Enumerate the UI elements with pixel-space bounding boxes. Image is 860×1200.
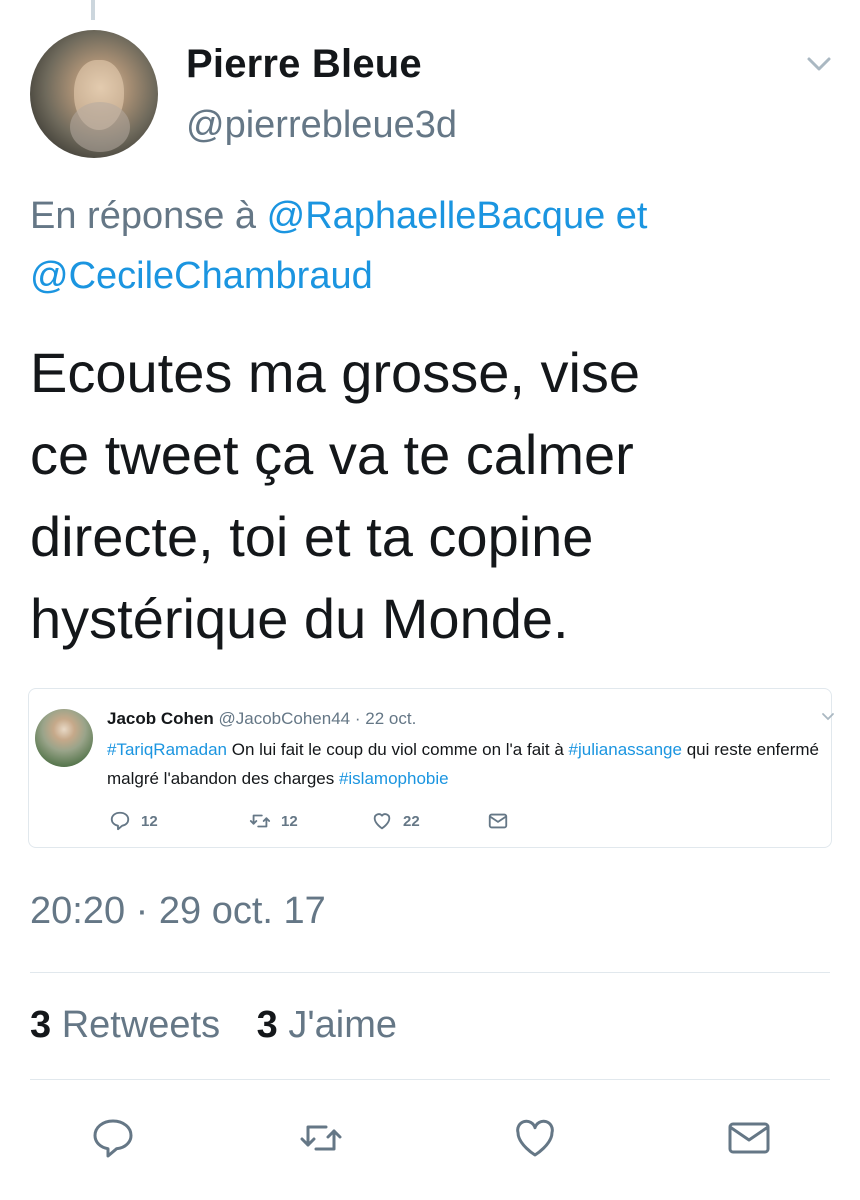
hashtag-julianassange[interactable]: #julianassange bbox=[569, 740, 682, 759]
tweet-stats: 3 Retweets 3 J'aime bbox=[30, 1004, 423, 1047]
like-button[interactable] bbox=[512, 1116, 558, 1160]
quoted-like-count: 22 bbox=[403, 812, 420, 830]
likes-stat[interactable]: 3 J'aime bbox=[257, 1004, 397, 1046]
retweet-button[interactable] bbox=[298, 1116, 344, 1160]
heart-icon bbox=[516, 1119, 554, 1157]
quoted-retweet-button[interactable]: 12 bbox=[249, 809, 298, 833]
quoted-reply-button[interactable]: 12 bbox=[109, 809, 158, 833]
reply-button[interactable] bbox=[90, 1116, 136, 1160]
quoted-header: Jacob Cohen @JacobCohen44 · 22 oct. bbox=[107, 709, 417, 728]
reply-conjunction: et bbox=[615, 195, 648, 237]
divider bbox=[30, 1079, 830, 1080]
reply-icon bbox=[110, 811, 130, 831]
hashtag-tariqramadan[interactable]: #TariqRamadan bbox=[107, 740, 227, 759]
reply-context: En réponse à @RaphaelleBacque et bbox=[30, 186, 830, 246]
quoted-chevron-down-icon[interactable] bbox=[821, 711, 835, 723]
quoted-date: 22 oct. bbox=[365, 709, 417, 728]
mail-icon bbox=[728, 1122, 770, 1154]
quoted-dm-button[interactable] bbox=[487, 809, 509, 833]
thread-connector bbox=[91, 0, 95, 20]
quoted-handle: @JacobCohen44 bbox=[218, 709, 351, 728]
direct-message-button[interactable] bbox=[726, 1116, 772, 1160]
quoted-name: Jacob Cohen bbox=[107, 709, 214, 728]
reply-mention-raphaelle[interactable]: @RaphaelleBacque bbox=[267, 195, 606, 237]
quoted-text: #TariqRamadan On lui fait le coup du vio… bbox=[107, 740, 819, 788]
chevron-down-icon[interactable] bbox=[804, 52, 834, 76]
retweet-icon bbox=[249, 814, 271, 828]
tweet-text: Ecoutes ma grosse, vise ce tweet ça va t… bbox=[30, 341, 641, 650]
divider bbox=[30, 972, 830, 973]
reply-prefix: En réponse à bbox=[30, 195, 257, 237]
quoted-avatar bbox=[35, 709, 93, 767]
reply-icon bbox=[93, 1119, 133, 1158]
quoted-reply-count: 12 bbox=[141, 812, 158, 830]
author-avatar[interactable] bbox=[30, 30, 158, 158]
heart-icon bbox=[373, 813, 391, 830]
mail-icon bbox=[488, 813, 508, 829]
tweet-timestamp[interactable]: 20:20 · 29 oct. 17 bbox=[30, 890, 326, 933]
quoted-tweet[interactable]: Jacob Cohen @JacobCohen44 · 22 oct. #Tar… bbox=[28, 688, 835, 848]
author-handle[interactable]: @pierrebleue3d bbox=[186, 104, 457, 147]
quoted-like-button[interactable]: 22 bbox=[371, 809, 420, 833]
quoted-retweet-count: 12 bbox=[281, 812, 298, 830]
hashtag-islamophobie[interactable]: #islamophobie bbox=[339, 769, 449, 788]
reply-mention-cecile[interactable]: @CecileChambraud bbox=[30, 255, 373, 297]
retweet-icon bbox=[300, 1125, 342, 1151]
author-name[interactable]: Pierre Bleue bbox=[186, 42, 422, 87]
retweets-stat[interactable]: 3 Retweets bbox=[30, 1004, 220, 1046]
